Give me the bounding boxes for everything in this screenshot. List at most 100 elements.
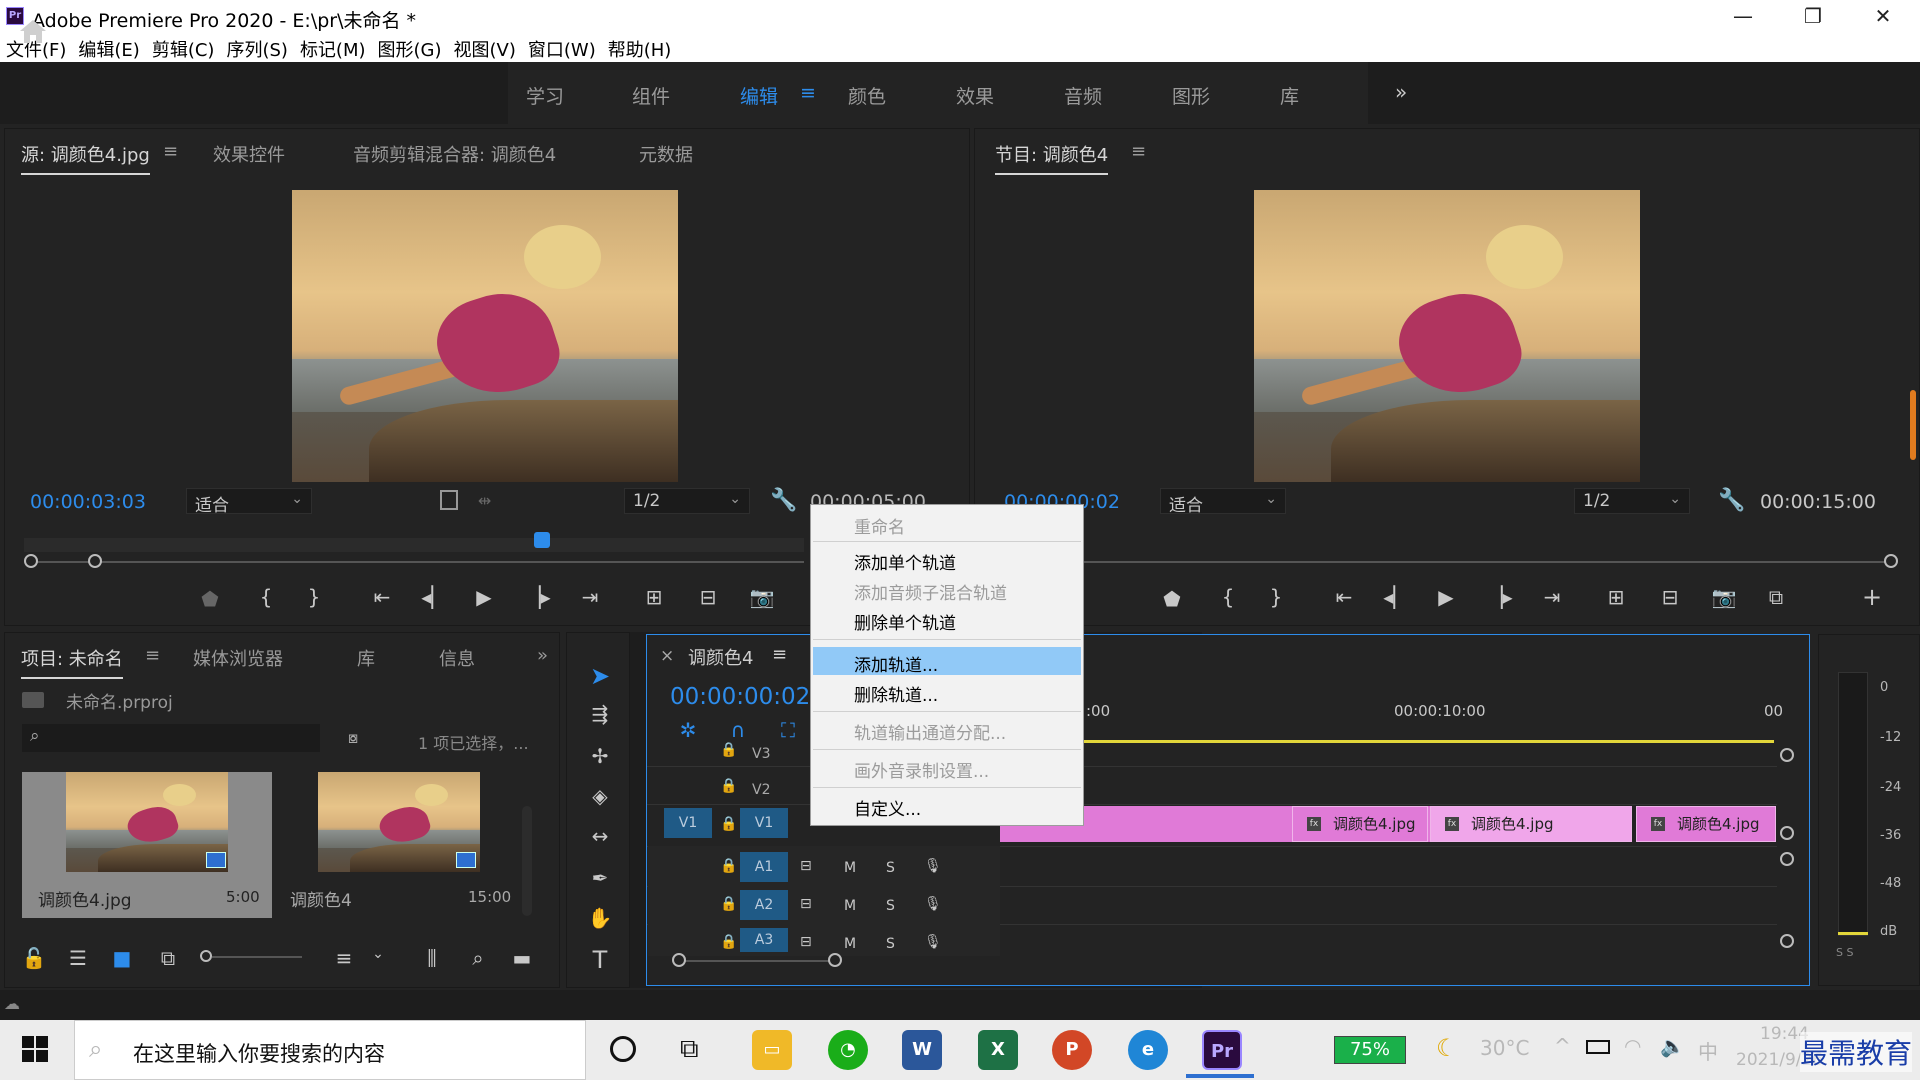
microphone-icon[interactable]: 🎙 [924,858,942,874]
workspace-tab-assembly[interactable]: 组件 [632,82,670,109]
source-patch-v1[interactable]: V1 [664,808,712,838]
add-marker-icon[interactable]: ⬟ [1158,587,1186,611]
lock-icon[interactable]: 🔒 [720,896,737,912]
cortana-icon[interactable] [610,1036,636,1062]
tab-audio-clip-mixer[interactable]: 音频剪辑混合器: 调颜色4 [353,141,556,167]
workspace-tab-color[interactable]: 颜色 [848,82,886,109]
program-zoom-scrollbar[interactable] [1000,561,1890,563]
microphone-icon[interactable]: 🎙 [924,934,942,950]
minimize-button[interactable]: — [1714,0,1772,32]
workspace-tab-learn[interactable]: 学习 [526,82,564,109]
wrench-icon[interactable]: 🔧 [770,488,797,513]
hand-tool-icon[interactable]: ✋ [586,906,614,930]
workspace-more-icon[interactable]: » [1395,80,1407,104]
lift-icon[interactable]: ⊞ [1602,585,1630,609]
step-forward-icon[interactable]: ▕▸ [1486,585,1514,609]
source-resolution-select[interactable]: 1/2 ⌄ [624,488,750,514]
wifi-icon[interactable]: ◠ [1624,1034,1641,1058]
menu-item-add-audio-submix-track[interactable]: 添加音频子混合轨道 [854,579,1007,604]
go-to-in-icon[interactable]: ⇤ [1330,585,1358,609]
scroll-handle-top[interactable] [1780,748,1794,762]
home-icon[interactable] [18,18,48,44]
scroll-handle-right[interactable] [828,953,842,967]
menu-sequence[interactable]: 序列(S) [220,32,293,62]
tab-sequence[interactable]: 调颜色4 [688,644,753,670]
step-forward-icon[interactable]: ▕▸ [524,585,552,609]
mute-button[interactable]: M [844,860,856,876]
track-target-v1[interactable]: V1 [740,808,788,838]
chevron-down-icon[interactable]: ⌄ [364,946,392,962]
task-view-icon[interactable]: ⧉ [680,1034,699,1065]
source-timeline-ruler[interactable] [24,538,804,552]
mark-in-icon[interactable]: { [252,585,280,609]
workspace-tab-effects[interactable]: 效果 [956,82,994,109]
razor-tool-icon[interactable]: ◈ [586,784,614,808]
insert-icon[interactable]: ⊞ [640,585,668,609]
ripple-edit-tool-icon[interactable]: ✢ [586,744,614,768]
tab-program[interactable]: 节目: 调颜色4 [995,141,1109,175]
export-frame-icon[interactable]: 📷 [748,585,776,609]
scroll-handle-right[interactable] [88,554,102,568]
play-icon[interactable]: ▶ [1432,585,1460,609]
menu-edit[interactable]: 编辑(E) [72,32,145,62]
scroll-handle-left[interactable] [672,953,686,967]
scroll-handle-bottom[interactable] [1780,934,1794,948]
meter-solo-buttons[interactable]: S S [1836,946,1853,959]
source-panel-menu-icon[interactable]: ≡ [163,141,178,162]
menu-view[interactable]: 视图(V) [448,32,522,62]
tab-project[interactable]: 项目: 未命名 [21,645,123,679]
scroll-handle-right[interactable] [1884,554,1898,568]
workspace-menu-icon[interactable]: ≡ [800,82,816,104]
icon-view-icon[interactable]: ■ [108,946,136,970]
menu-window[interactable]: 窗口(W) [522,32,602,62]
menu-graphics[interactable]: 图形(G) [372,32,448,62]
workspace-tab-libraries[interactable]: 库 [1280,82,1299,109]
source-zoom-scrollbar[interactable] [30,561,804,563]
menu-item-voiceover-settings[interactable]: 画外音录制设置... [854,757,989,782]
word-icon[interactable]: W [902,1030,942,1070]
solo-button[interactable]: S [886,860,895,876]
source-zoom-select[interactable]: 适合 ⌄ [186,488,312,516]
tab-info[interactable]: 信息 [439,645,475,671]
edge-icon[interactable]: e [1128,1030,1168,1070]
add-button[interactable]: + [1858,583,1886,611]
panel-scrollbar[interactable] [1910,390,1916,460]
mute-button[interactable]: M [844,936,856,952]
mute-button[interactable]: M [844,898,856,914]
type-tool-icon[interactable]: T [586,946,614,974]
timeline-timecode[interactable]: 00:00:00:02 [670,684,810,710]
track-label-v2[interactable]: V2 [752,782,770,798]
restore-button[interactable]: ❐ [1784,0,1842,32]
excel-icon[interactable]: X [978,1030,1018,1070]
drag-handle-icon[interactable]: ⇹ [478,491,491,510]
workspace-tab-graphics[interactable]: 图形 [1172,82,1210,109]
track-label-v3[interactable]: V3 [752,746,770,762]
sort-icon[interactable]: ≡ [330,946,358,970]
tab-libraries[interactable]: 库 [357,645,375,671]
program-panel-menu-icon[interactable]: ≡ [1131,141,1146,162]
menu-item-track-output-mapping[interactable]: 轨道输出通道分配... [854,719,1006,744]
timeline-clip[interactable]: fx 调颜色4.jpg [1292,806,1428,842]
overwrite-icon[interactable]: ⊟ [694,585,722,609]
track-target-a2[interactable]: A2 [740,890,788,920]
mark-in-icon[interactable]: { [1214,585,1242,609]
solo-button[interactable]: S [886,898,895,914]
project-panel-menu-icon[interactable]: ≡ [145,645,160,666]
new-bin-icon[interactable]: ▬ [508,946,536,970]
tab-metadata[interactable]: 元数据 [639,141,693,167]
timeline-close-icon[interactable]: × [660,646,674,666]
chevron-up-icon[interactable]: ^ [1554,1034,1571,1058]
lock-icon[interactable]: 🔒 [720,858,737,874]
program-resolution-select[interactable]: 1/2 ⌄ [1574,488,1690,514]
lock-icon[interactable]: 🔓 [20,946,48,970]
menu-help[interactable]: 帮助(H) [602,32,678,62]
menu-item-delete-single-track[interactable]: 删除单个轨道 [854,609,956,634]
go-to-out-icon[interactable]: ⇥ [1538,585,1566,609]
step-back-icon[interactable]: ◂▏ [420,585,448,609]
track-target-a1[interactable]: A1 [740,852,788,882]
input-method-indicator[interactable]: 中 [1698,1036,1718,1065]
source-timecode[interactable]: 00:00:03:03 [30,491,146,513]
project-search-input[interactable] [22,724,320,752]
track-target-a3[interactable]: A3 [740,928,788,952]
step-back-icon[interactable]: ◂▏ [1382,585,1410,609]
